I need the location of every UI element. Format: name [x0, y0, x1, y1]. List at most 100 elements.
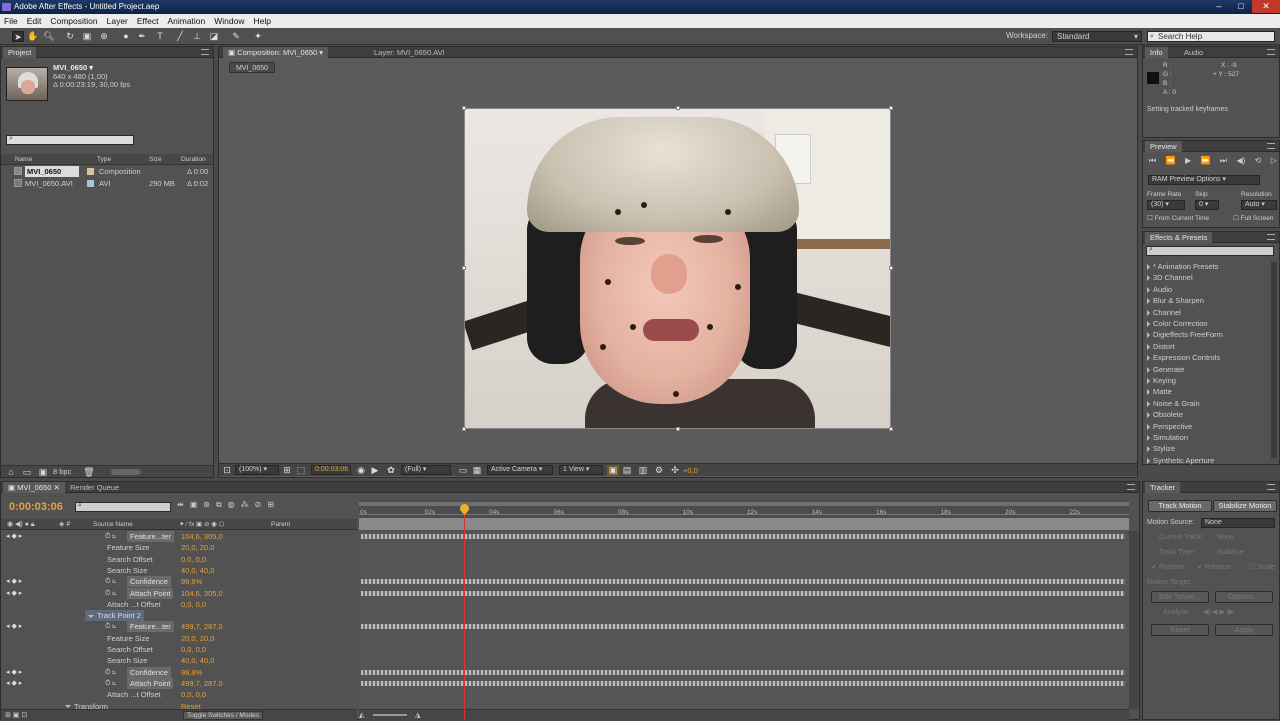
- keyframe-nav-icon[interactable]: ◂ ◆ ▸: [6, 678, 22, 689]
- hand-tool-icon[interactable]: ✋: [27, 31, 39, 42]
- roto-brush-icon[interactable]: ✎: [230, 31, 242, 42]
- project-row-footage[interactable]: MVI_0650.AVI AVI 290 MB Δ 0:02: [1, 178, 213, 189]
- minimize-button[interactable]: –: [1208, 0, 1230, 13]
- play-icon[interactable]: ▶: [1185, 156, 1191, 166]
- transform-handle[interactable]: [676, 427, 680, 431]
- panel-menu-icon[interactable]: [1267, 234, 1275, 240]
- transform-handle[interactable]: [462, 266, 466, 270]
- comp-breadcrumb[interactable]: MVI_0650: [229, 62, 275, 73]
- col-parent[interactable]: Parent: [271, 519, 290, 530]
- stopwatch-icon[interactable]: ⏱ ⊾: [105, 678, 116, 689]
- zoom-slider[interactable]: [373, 714, 407, 716]
- col-type[interactable]: Type: [97, 154, 111, 165]
- menu-effect[interactable]: Effect: [137, 16, 159, 26]
- view-dropdown[interactable]: 1 View ▾: [559, 465, 603, 475]
- effect-category-0[interactable]: * Animation Presets: [1147, 261, 1218, 272]
- transform-handle[interactable]: [462, 427, 466, 431]
- rotate-tool-icon[interactable]: ↻: [64, 31, 76, 42]
- transparency-grid-icon[interactable]: ▦: [471, 465, 483, 476]
- new-folder-icon[interactable]: ▭: [21, 467, 33, 478]
- effect-category-6[interactable]: Digieffects FreeForm: [1147, 329, 1223, 340]
- effect-category-4[interactable]: Channel: [1147, 307, 1181, 318]
- maximize-button[interactable]: □: [1230, 0, 1252, 13]
- panel-menu-icon[interactable]: [1125, 49, 1133, 55]
- loop-icon[interactable]: ⟲: [1255, 156, 1262, 166]
- effect-category-11[interactable]: Matte: [1147, 386, 1172, 397]
- pen-tool-icon[interactable]: ✒: [136, 31, 148, 42]
- toggle-switches-button[interactable]: Toggle Switches / Modes: [183, 711, 263, 720]
- always-preview-icon[interactable]: ⊡: [221, 465, 233, 476]
- tab-audio[interactable]: Audio: [1179, 47, 1208, 58]
- keyframe-track[interactable]: [361, 590, 1125, 596]
- panel-menu-icon[interactable]: [201, 49, 209, 55]
- menu-window[interactable]: Window: [214, 16, 244, 26]
- reset-button[interactable]: Reset: [1151, 624, 1209, 636]
- effect-category-17[interactable]: Synthetic Aperture: [1147, 455, 1214, 466]
- timeline-property-row[interactable]: ◂ ◆ ▸ ⏱ ⊾ Feature...ter 104,6, 305,0: [1, 531, 357, 542]
- type-tool-icon[interactable]: T: [154, 31, 166, 42]
- graph-editor-icon[interactable]: ⊞: [267, 500, 274, 512]
- effect-category-3[interactable]: Blur & Sharpen: [1147, 295, 1204, 306]
- transform-handle[interactable]: [889, 106, 893, 110]
- effect-category-8[interactable]: Expression Controls: [1147, 352, 1220, 363]
- camera-dropdown[interactable]: Active Camera ▾: [487, 465, 553, 475]
- property-value[interactable]: 40,0, 40,0: [181, 565, 214, 576]
- auto-keyframe-icon[interactable]: ⊘: [255, 500, 262, 512]
- property-value[interactable]: 0,0, 0,0: [181, 689, 206, 700]
- timeline-property-row[interactable]: Feature Size 20,0, 20,0: [1, 542, 357, 553]
- tab-preview[interactable]: Preview: [1145, 141, 1182, 152]
- frame-blending-icon[interactable]: ⧉: [216, 500, 222, 512]
- tab-effects[interactable]: Effects & Presets: [1145, 232, 1213, 243]
- frame-rate-dropdown[interactable]: (30) ▾: [1147, 200, 1185, 210]
- effect-category-13[interactable]: Obsolete: [1147, 409, 1183, 420]
- panel-menu-icon[interactable]: [1267, 484, 1275, 490]
- snapshot-icon[interactable]: ◉: [355, 465, 367, 476]
- property-value[interactable]: Reset: [181, 701, 201, 710]
- analyze-controls[interactable]: ◀| ◀ ▶ |▶: [1203, 607, 1234, 618]
- stabilize-motion-button[interactable]: Stabilize Motion: [1213, 500, 1277, 512]
- close-button[interactable]: ✕: [1252, 0, 1280, 13]
- full-screen-checkbox[interactable]: ☐ Full Screen: [1233, 213, 1274, 224]
- stopwatch-icon[interactable]: ⏱ ⊾: [105, 667, 116, 678]
- effect-category-14[interactable]: Perspective: [1147, 421, 1192, 432]
- timeline-property-row[interactable]: ◂ ◆ ▸ ⏱ ⊾ Attach Point 104,6, 305,0: [1, 587, 357, 599]
- first-frame-icon[interactable]: ⏮: [1149, 156, 1156, 166]
- collapse-icon[interactable]: [88, 614, 94, 618]
- effect-category-10[interactable]: Keying: [1147, 375, 1176, 386]
- rotation-checkbox[interactable]: ✔ Rotation: [1197, 562, 1231, 573]
- panel-menu-icon[interactable]: [1267, 143, 1275, 149]
- hide-shy-icon[interactable]: ⊛: [203, 500, 210, 512]
- channel-icon[interactable]: ✿: [385, 465, 397, 476]
- tab-composition[interactable]: ▣ Composition: MVI_0650 ▾: [223, 47, 329, 58]
- grid-icon[interactable]: ⊞: [281, 465, 293, 476]
- stopwatch-icon[interactable]: ⏱ ⊾: [105, 588, 116, 599]
- tab-info[interactable]: Info: [1145, 47, 1168, 58]
- property-value[interactable]: 499,7, 287,0: [181, 678, 223, 689]
- property-value[interactable]: 0,0, 0,0: [181, 599, 206, 610]
- show-snapshot-icon[interactable]: ▶: [369, 465, 381, 476]
- keyframe-track[interactable]: [361, 680, 1125, 686]
- layer-switches-icons[interactable]: ✦ ⁄ fx ▣ ⊘ ◉ ⬡: [179, 519, 224, 530]
- project-scrollbar[interactable]: [111, 469, 141, 475]
- from-current-checkbox[interactable]: ☐ From Current Time: [1147, 213, 1209, 224]
- keyframe-nav-icon[interactable]: ◂ ◆ ▸: [6, 621, 22, 632]
- timeline-property-row[interactable]: Feature Size 20,0, 20,0: [1, 633, 357, 644]
- property-value[interactable]: 104,6, 305,0: [181, 531, 223, 542]
- keyframe-track[interactable]: [361, 579, 1125, 585]
- clone-tool-icon[interactable]: ⊥: [191, 31, 203, 42]
- timeline-property-row[interactable]: ◂ ◆ ▸ ⏱ ⊾ Feature...ter 499,7, 287,0: [1, 621, 357, 633]
- menu-composition[interactable]: Composition: [50, 16, 97, 26]
- keyframe-track[interactable]: [361, 534, 1125, 539]
- zoom-dropdown[interactable]: (100%) ▾: [235, 465, 279, 475]
- timeline-property-row[interactable]: Search Size 40,0, 40,0: [1, 565, 357, 576]
- flowchart-icon[interactable]: ⚙: [653, 465, 665, 476]
- camera-tool-icon[interactable]: ▣: [81, 31, 93, 42]
- property-value[interactable]: 499,7, 287,0: [181, 621, 223, 632]
- project-search-input[interactable]: ⌕: [6, 135, 134, 145]
- timeline-property-row[interactable]: Transform Reset: [1, 701, 357, 710]
- timeline-navigator[interactable]: [359, 518, 1129, 530]
- menu-edit[interactable]: Edit: [27, 16, 42, 26]
- brainstorm-icon[interactable]: ⁂: [241, 500, 249, 512]
- timeline-property-row[interactable]: Search Offset 0,0, 0,0: [1, 644, 357, 655]
- property-value[interactable]: 104,6, 305,0: [181, 588, 223, 599]
